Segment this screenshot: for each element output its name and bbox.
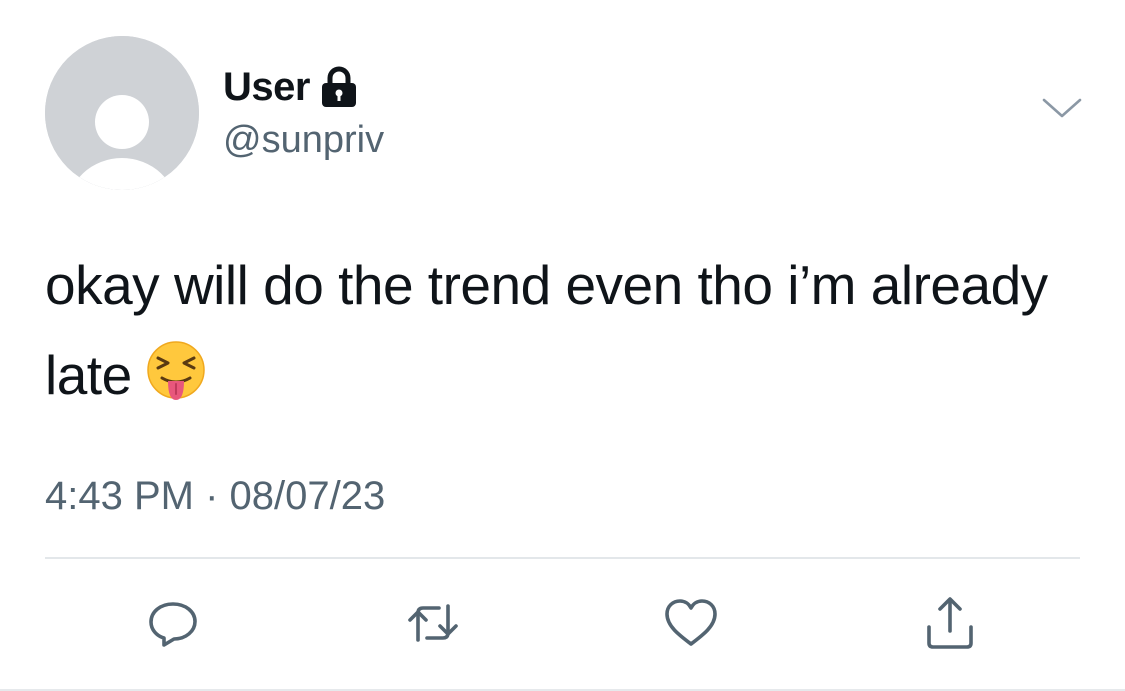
author-name-row: User — [223, 62, 358, 112]
retweet-button[interactable] — [403, 593, 463, 653]
chevron-down-icon[interactable] — [1040, 94, 1084, 122]
share-button[interactable] — [920, 593, 980, 653]
reply-button[interactable] — [143, 593, 203, 653]
timestamp-separator: · — [205, 474, 219, 518]
tweet-card: User @sunpriv okay will do the trend eve… — [0, 0, 1125, 691]
tweet-date: 08/07/23 — [229, 474, 386, 518]
lock-icon — [321, 66, 356, 107]
like-button[interactable] — [661, 593, 721, 653]
reply-icon — [149, 602, 197, 647]
tweet-text: okay will do the trend even tho i’m alre… — [45, 240, 1085, 420]
tweet-timestamp[interactable]: 4:43 PM · 08/07/23 — [45, 472, 385, 520]
user-handle[interactable]: @sunpriv — [223, 118, 384, 164]
squinting-face-with-tongue-icon — [146, 341, 205, 400]
retweet-icon — [408, 604, 458, 642]
display-name[interactable]: User — [223, 67, 310, 107]
tweet-time: 4:43 PM — [45, 474, 194, 518]
share-icon — [927, 597, 973, 649]
default-avatar-icon — [45, 36, 199, 190]
avatar[interactable] — [45, 36, 199, 190]
divider — [45, 557, 1080, 559]
heart-icon — [665, 599, 717, 646]
